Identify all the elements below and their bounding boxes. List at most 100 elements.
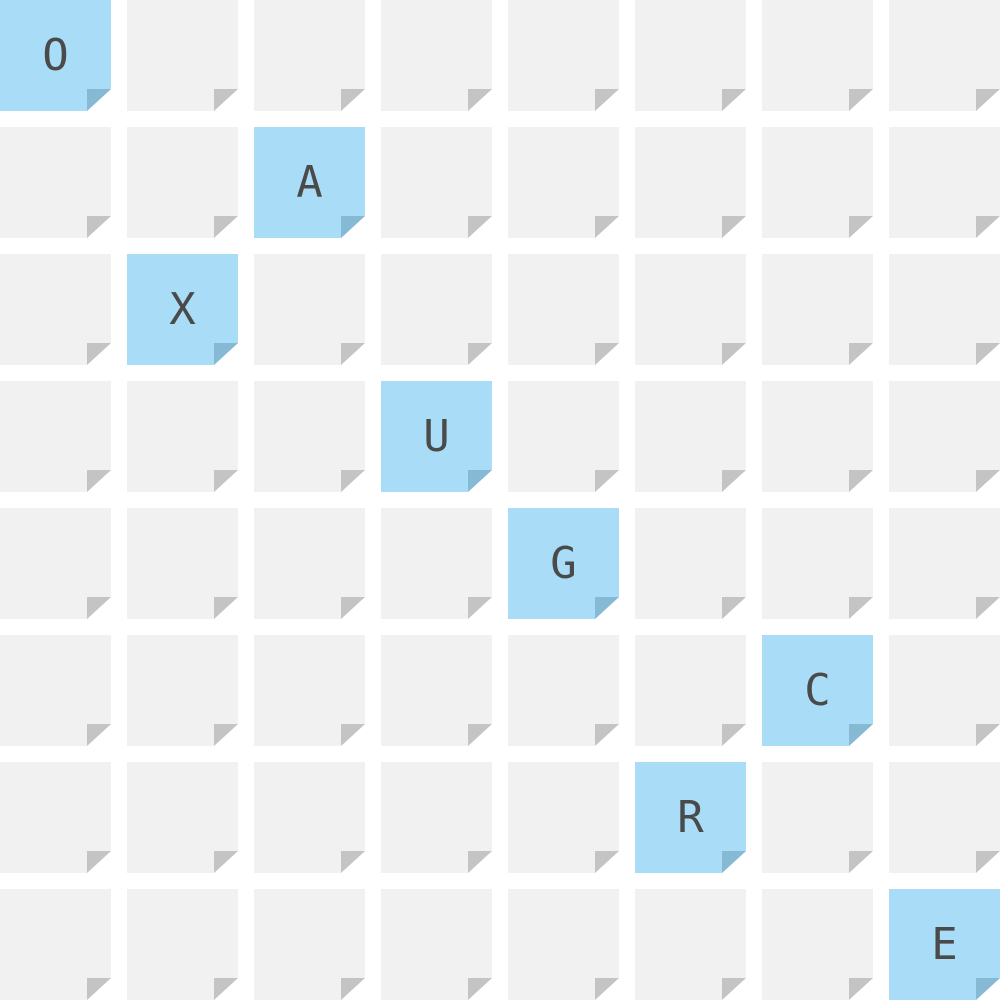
empty-tile[interactable] [508, 635, 619, 746]
empty-tile[interactable] [0, 762, 111, 873]
page-curl-icon [976, 470, 1000, 492]
empty-tile[interactable] [762, 0, 873, 111]
empty-tile[interactable] [762, 254, 873, 365]
empty-tile[interactable] [889, 254, 1000, 365]
page-curl-icon [468, 851, 492, 873]
empty-tile[interactable] [635, 381, 746, 492]
page-curl-icon [849, 851, 873, 873]
empty-tile[interactable] [635, 127, 746, 238]
empty-tile[interactable] [254, 254, 365, 365]
page-curl-icon [214, 724, 238, 746]
letter-tile[interactable]: O [0, 0, 111, 111]
page-curl-icon [87, 216, 111, 238]
page-curl-icon [341, 978, 365, 1000]
page-curl-icon [87, 470, 111, 492]
empty-tile[interactable] [127, 635, 238, 746]
page-curl-icon [87, 597, 111, 619]
page-curl-icon [341, 851, 365, 873]
empty-tile[interactable] [381, 0, 492, 111]
page-curl-icon [976, 343, 1000, 365]
empty-tile[interactable] [635, 889, 746, 1000]
page-curl-icon [595, 216, 619, 238]
empty-tile[interactable] [889, 635, 1000, 746]
empty-tile[interactable] [635, 508, 746, 619]
empty-tile[interactable] [508, 889, 619, 1000]
empty-tile[interactable] [889, 381, 1000, 492]
empty-tile[interactable] [127, 381, 238, 492]
empty-tile[interactable] [381, 127, 492, 238]
empty-tile[interactable] [762, 381, 873, 492]
page-curl-icon [341, 470, 365, 492]
empty-tile[interactable] [508, 381, 619, 492]
empty-tile[interactable] [762, 508, 873, 619]
empty-tile[interactable] [762, 762, 873, 873]
empty-tile[interactable] [381, 635, 492, 746]
empty-tile[interactable] [127, 762, 238, 873]
empty-tile[interactable] [762, 127, 873, 238]
empty-tile[interactable] [254, 381, 365, 492]
page-curl-icon [849, 597, 873, 619]
empty-tile[interactable] [254, 635, 365, 746]
page-curl-icon [87, 343, 111, 365]
page-curl-icon [214, 343, 238, 365]
page-curl-icon [722, 89, 746, 111]
page-curl-icon [595, 978, 619, 1000]
page-curl-icon [214, 851, 238, 873]
page-curl-icon [214, 978, 238, 1000]
empty-tile[interactable] [127, 127, 238, 238]
letter-tile[interactable]: R [635, 762, 746, 873]
empty-tile[interactable] [381, 508, 492, 619]
page-curl-icon [595, 597, 619, 619]
page-curl-icon [341, 216, 365, 238]
empty-tile[interactable] [254, 762, 365, 873]
letter-tile[interactable]: C [762, 635, 873, 746]
empty-tile[interactable] [0, 635, 111, 746]
page-curl-icon [849, 470, 873, 492]
page-curl-icon [722, 470, 746, 492]
empty-tile[interactable] [508, 127, 619, 238]
page-curl-icon [87, 978, 111, 1000]
empty-tile[interactable] [762, 889, 873, 1000]
empty-tile[interactable] [889, 127, 1000, 238]
empty-tile[interactable] [508, 254, 619, 365]
empty-tile[interactable] [0, 381, 111, 492]
empty-tile[interactable] [889, 0, 1000, 111]
empty-tile[interactable] [381, 762, 492, 873]
page-curl-icon [849, 978, 873, 1000]
empty-tile[interactable] [635, 254, 746, 365]
letter-tile[interactable]: E [889, 889, 1000, 1000]
empty-tile[interactable] [127, 889, 238, 1000]
page-curl-icon [341, 597, 365, 619]
empty-tile[interactable] [635, 635, 746, 746]
page-curl-icon [214, 597, 238, 619]
empty-tile[interactable] [0, 508, 111, 619]
empty-tile[interactable] [254, 889, 365, 1000]
empty-tile[interactable] [254, 508, 365, 619]
empty-tile[interactable] [508, 762, 619, 873]
empty-tile[interactable] [508, 0, 619, 111]
empty-tile[interactable] [127, 0, 238, 111]
page-curl-icon [87, 724, 111, 746]
empty-tile[interactable] [381, 254, 492, 365]
page-curl-icon [468, 978, 492, 1000]
empty-tile[interactable] [127, 508, 238, 619]
empty-tile[interactable] [254, 0, 365, 111]
empty-tile[interactable] [0, 254, 111, 365]
page-curl-icon [468, 343, 492, 365]
empty-tile[interactable] [0, 889, 111, 1000]
empty-tile[interactable] [381, 889, 492, 1000]
letter-tile[interactable]: X [127, 254, 238, 365]
empty-tile[interactable] [889, 508, 1000, 619]
page-curl-icon [976, 978, 1000, 1000]
empty-tile[interactable] [889, 762, 1000, 873]
page-curl-icon [976, 851, 1000, 873]
page-curl-icon [849, 216, 873, 238]
empty-tile[interactable] [635, 0, 746, 111]
letter-tile[interactable]: A [254, 127, 365, 238]
page-curl-icon [87, 89, 111, 111]
letter-tile[interactable]: G [508, 508, 619, 619]
page-curl-icon [468, 597, 492, 619]
letter-tile[interactable]: U [381, 381, 492, 492]
empty-tile[interactable] [0, 127, 111, 238]
page-curl-icon [722, 597, 746, 619]
